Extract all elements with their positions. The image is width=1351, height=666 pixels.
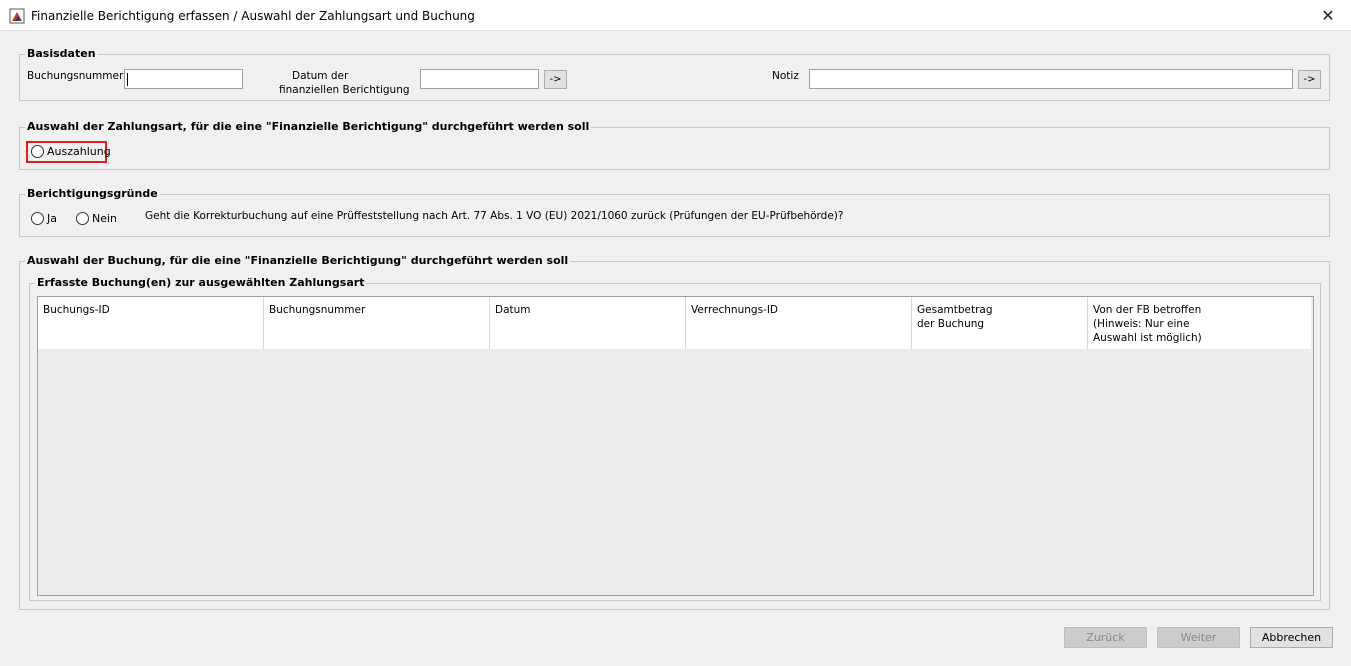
nein-label: Nein [92,212,118,225]
notiz-label: Notiz [772,70,799,82]
buchungsnummer-input[interactable] [124,69,243,89]
radio-circle-icon [76,212,89,225]
buchung-title: Auswahl der Buchung, für die eine "Finan… [25,254,571,268]
close-icon: ✕ [1321,6,1335,25]
nein-radio[interactable]: Nein [76,212,117,225]
gruende-question: Geht die Korrekturbuchung auf eine Prüff… [145,210,844,222]
table-header: Buchungs-ID Buchungsnummer Datum Verrech… [38,297,1311,349]
ja-label: Ja [47,212,57,225]
notiz-input[interactable] [809,69,1293,89]
column-header-gesamtbetrag[interactable]: Gesamtbetrag der Buchung [912,297,1088,349]
auszahlung-label: Auszahlung [47,145,111,158]
erfasste-buchungen-title: Erfasste Buchung(en) zur ausgewählten Za… [35,276,367,290]
notiz-edit-button[interactable]: -> [1298,70,1321,89]
radio-circle-icon [31,145,44,158]
radio-circle-icon [31,212,44,225]
gruende-title: Berichtigungsgründe [25,187,160,201]
text-caret [127,73,128,86]
column-header-verrechnungs-id[interactable]: Verrechnungs-ID [686,297,912,349]
title-bar: Finanzielle Berichtigung erfassen / Ausw… [0,0,1351,31]
back-button[interactable]: Zurück [1064,627,1147,648]
basisdaten-title: Basisdaten [25,47,98,61]
window-title: Finanzielle Berichtigung erfassen / Ausw… [31,9,475,23]
datum-picker-button[interactable]: -> [544,70,567,89]
cancel-button[interactable]: Abbrechen [1250,627,1333,648]
ja-radio[interactable]: Ja [31,212,57,225]
column-header-buchungsnummer[interactable]: Buchungsnummer [264,297,490,349]
datum-label-line1: Datum der [292,70,349,82]
close-button[interactable]: ✕ [1305,0,1351,31]
column-header-buchungs-id[interactable]: Buchungs-ID [38,297,264,349]
column-header-datum[interactable]: Datum [490,297,686,349]
datum-label-line2: finanziellen Berichtigung [279,84,410,96]
datum-input[interactable] [420,69,539,89]
column-header-fb-betroffen[interactable]: Von der FB betroffen (Hinweis: Nur eine … [1088,297,1311,349]
next-button[interactable]: Weiter [1157,627,1240,648]
buchungsnummer-label: Buchungsnummer [27,70,124,82]
buchungen-table[interactable]: Buchungs-ID Buchungsnummer Datum Verrech… [37,296,1314,596]
app-icon [9,8,25,24]
zahlungsart-title: Auswahl der Zahlungsart, für die eine "F… [25,120,592,134]
zahlungsart-group: Auswahl der Zahlungsart, für die eine "F… [19,120,1330,170]
auszahlung-radio[interactable]: Auszahlung [31,145,111,158]
